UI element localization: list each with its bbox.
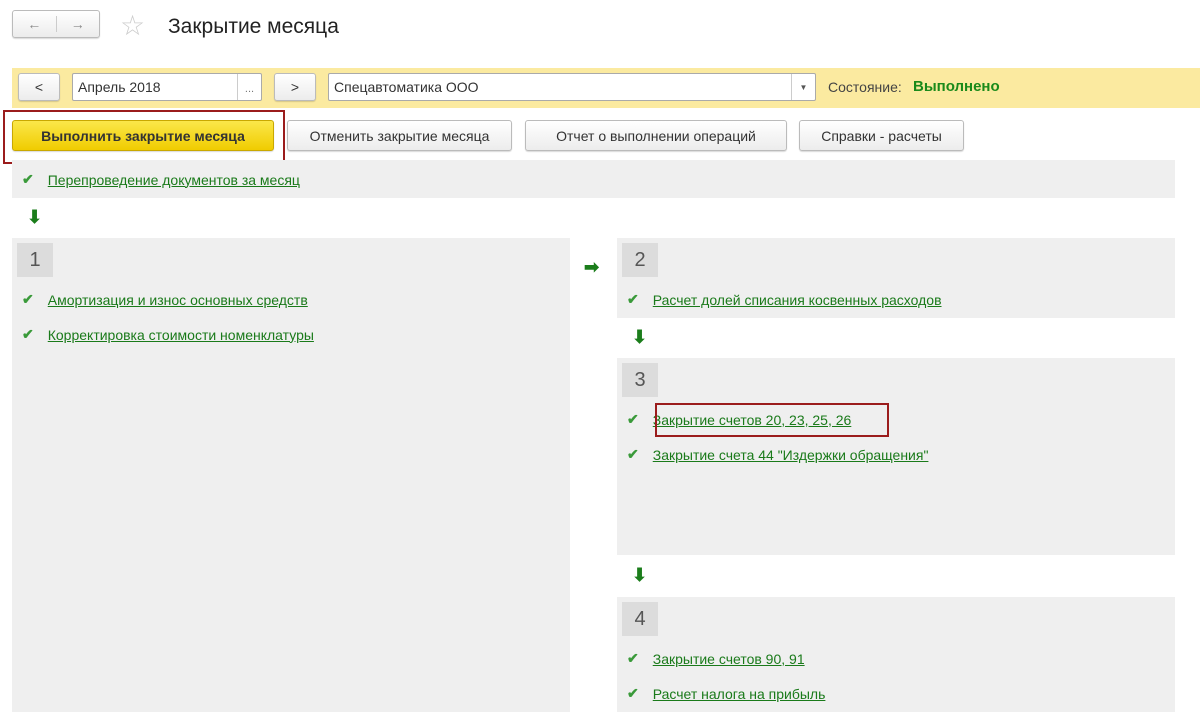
check-icon: ✔ xyxy=(627,650,639,666)
step-link[interactable]: Закрытие счетов 90, 91 xyxy=(653,651,805,667)
step-number: 2 xyxy=(622,243,658,277)
organization-field[interactable]: Спецавтоматика ООО ▼ xyxy=(328,73,816,101)
check-icon: ✔ xyxy=(22,326,34,342)
period-value: Апрель 2018 xyxy=(78,79,161,95)
check-icon: ✔ xyxy=(627,446,639,462)
arrow-down-icon: ⬇ xyxy=(27,207,43,227)
step-link[interactable]: Расчет налога на прибыль xyxy=(653,686,826,702)
step-link[interactable]: Корректировка стоимости номенклатуры xyxy=(48,327,314,343)
state-value: Выполнено xyxy=(913,78,1000,95)
step-1-panel: 1 ✔ Амортизация и износ основных средств … xyxy=(12,238,570,712)
step-number: 4 xyxy=(622,602,658,636)
check-icon: ✔ xyxy=(627,411,639,427)
step-link[interactable]: Закрытие счета 44 "Издержки обращения" xyxy=(653,447,929,463)
prev-period-button[interactable]: < xyxy=(18,73,60,101)
check-icon: ✔ xyxy=(627,685,639,701)
next-period-button[interactable]: > xyxy=(274,73,316,101)
operations-report-button[interactable]: Отчет о выполнении операций xyxy=(525,120,787,151)
arrow-down-icon: ⬇ xyxy=(632,327,648,347)
pre-step-panel: ✔ Перепроведение документов за месяц xyxy=(12,160,1175,198)
period-select-button[interactable]: ... xyxy=(237,74,261,100)
organization-value: Спецавтоматика ООО xyxy=(334,79,479,95)
chevron-down-icon[interactable]: ▼ xyxy=(791,74,815,100)
highlight-frame xyxy=(655,403,889,437)
check-icon: ✔ xyxy=(22,171,34,187)
references-button[interactable]: Справки - расчеты xyxy=(799,120,964,151)
forward-button[interactable]: → xyxy=(57,16,100,32)
step-4-panel: 4 ✔ Закрытие счетов 90, 91 ✔ Расчет налога… xyxy=(617,597,1175,712)
state-label: Состояние: xyxy=(828,79,902,95)
run-closing-button[interactable]: Выполнить закрытие месяца xyxy=(12,120,274,151)
step-number: 1 xyxy=(17,243,53,277)
arrow-right-icon: ➡ xyxy=(584,257,600,277)
step-link[interactable]: Амортизация и износ основных средств xyxy=(48,292,308,308)
page-title: Закрытие месяца xyxy=(168,15,339,38)
nav-buttons: ← → xyxy=(12,10,100,38)
arrow-down-icon: ⬇ xyxy=(632,565,648,585)
check-icon: ✔ xyxy=(627,291,639,307)
step-3-panel: 3 ✔ Закрытие счетов 20, 23, 25, 26 ✔ Закры… xyxy=(617,358,1175,555)
favorite-star-icon[interactable]: ☆ xyxy=(120,9,145,42)
back-button[interactable]: ← xyxy=(13,16,57,32)
step-number: 3 xyxy=(622,363,658,397)
period-field[interactable]: Апрель 2018 ... xyxy=(72,73,262,101)
check-icon: ✔ xyxy=(22,291,34,307)
repost-documents-link[interactable]: Перепроведение документов за месяц xyxy=(48,172,300,188)
step-2-panel: 2 ✔ Расчет долей списания косвенных расхо… xyxy=(617,238,1175,318)
cancel-closing-button[interactable]: Отменить закрытие месяца xyxy=(287,120,512,151)
step-link[interactable]: Расчет долей списания косвенных расходов xyxy=(653,292,942,308)
